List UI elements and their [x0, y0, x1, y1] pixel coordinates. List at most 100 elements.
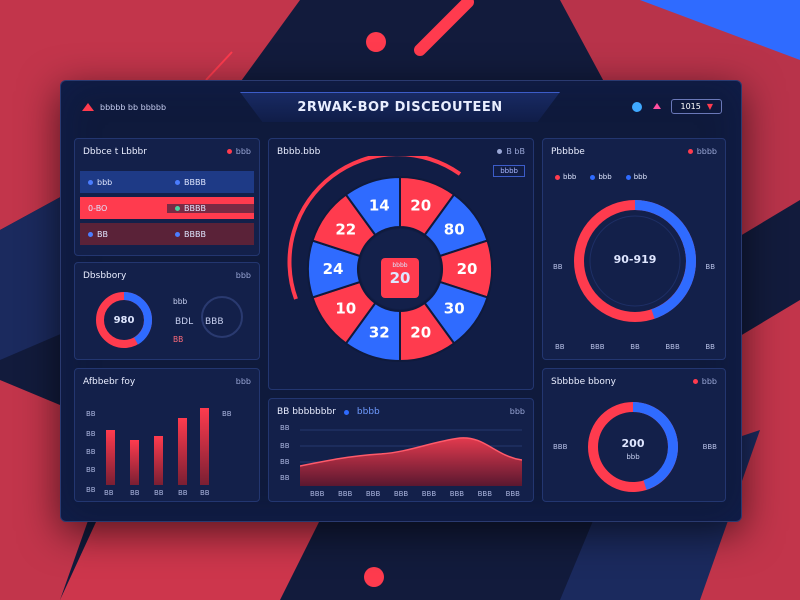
- panel-donut-third-meta-text: bbb: [701, 377, 717, 386]
- status-dot-icon: [226, 149, 232, 154]
- donut-big-legend: bbb bbb bbb: [555, 173, 647, 181]
- list-item-cell: BB: [80, 230, 167, 239]
- dot-icon: [88, 179, 93, 185]
- bottom-label: BB: [705, 343, 715, 351]
- bell-icon[interactable]: [651, 101, 663, 113]
- area-x-axis: BBB BBB BBB BBB BBB BBB BBB BBB: [310, 490, 520, 498]
- x-tick-label: BB: [104, 489, 114, 497]
- y-tick-label: BB: [86, 486, 96, 494]
- list-item[interactable]: 0-BO BBBB: [80, 197, 254, 219]
- bottom-label: BB: [555, 343, 565, 351]
- wheel-center-value: 20: [389, 269, 411, 287]
- bar: [178, 418, 187, 485]
- bar: [106, 430, 115, 485]
- y-tick-label: BB: [86, 466, 96, 474]
- area-chart: [300, 429, 522, 486]
- list-item-a: bbb: [97, 177, 113, 187]
- panel-donut-small: Dbsbbory bbb 980 bbb BDL BB BBB: [74, 262, 260, 360]
- y-tick-label: BB: [280, 458, 290, 466]
- list-item-cell: BBBB: [167, 178, 254, 187]
- wheel-center-button[interactable]: bbbb 20: [381, 258, 419, 298]
- dot-icon: [625, 174, 631, 180]
- header-value: 1015: [680, 102, 701, 111]
- panel-area-header: BB bbbbbbbr bbbb: [277, 407, 380, 417]
- panel-donut-third: Sbbbbe bbony bbb 200 bbb BBB BBB: [542, 368, 726, 502]
- donut-small-value-2: BDL: [175, 317, 194, 327]
- bottom-label: BB: [630, 343, 640, 351]
- panel-bars-title: Afbbebr foy: [83, 377, 136, 387]
- bottom-label: BBB: [590, 343, 605, 351]
- wheel-segment-label: 14: [369, 196, 390, 214]
- bar: [130, 440, 139, 485]
- dot-icon: [497, 149, 503, 154]
- list-item-b: BBBB: [184, 203, 206, 213]
- wheel-segment-label: 32: [369, 324, 390, 342]
- donut-big-bottom: BB BBB BB BBB BB: [555, 343, 715, 351]
- face-icon[interactable]: [631, 101, 643, 113]
- legend-label: bbb: [598, 173, 612, 181]
- list-item-cell: BBBB: [167, 203, 254, 213]
- donut-big-side-left: BB: [553, 263, 563, 271]
- bar: [154, 436, 163, 485]
- header-actions: 1015 ▼: [631, 99, 722, 114]
- y-tick-label: BB: [86, 430, 96, 438]
- x-tick-label: BB: [130, 489, 140, 497]
- list-item[interactable]: BB BBBB: [80, 223, 254, 245]
- header-value-box[interactable]: 1015 ▼: [671, 99, 722, 114]
- donut-third-center: 200: [621, 437, 645, 450]
- legend-item: bbb: [625, 173, 648, 181]
- panel-bars-meta: bbb: [235, 377, 251, 386]
- x-tick-label: BB: [200, 489, 210, 497]
- dot-icon: [687, 149, 693, 154]
- bar: [200, 408, 209, 485]
- panel-donut-big-meta: bbbb: [687, 147, 717, 156]
- list-item-a: BB: [97, 229, 108, 239]
- bottom-label: BBB: [665, 343, 680, 351]
- list-item-b: BBBB: [184, 229, 206, 239]
- panel-donut-small-meta: bbb: [235, 271, 251, 280]
- donut-small-center: 980: [113, 315, 135, 326]
- list-item-cell: bbb: [80, 178, 167, 187]
- x-tick-label: BBB: [393, 490, 409, 498]
- panel-list-meta: bbb: [226, 147, 251, 156]
- panel-list-meta-text: bbb: [235, 147, 251, 156]
- logo-icon: [82, 103, 94, 111]
- x-tick-label: BB: [154, 489, 164, 497]
- panel-donut-third-title: Sbbbbe bbony: [551, 377, 616, 387]
- panel-donut-big-title: Pbbbbe: [551, 147, 585, 157]
- x-tick-label: BBB: [449, 490, 465, 498]
- legend-item: bbb: [555, 173, 576, 181]
- panel-donut-big-meta-text: bbbb: [696, 147, 717, 156]
- list-item-a: 0-BO: [88, 203, 108, 213]
- wheel-segment-label: 30: [444, 299, 465, 317]
- legend-dot-icon: [343, 409, 349, 415]
- x-tick-label: BB: [178, 489, 188, 497]
- y-tick-label: BB: [280, 424, 290, 432]
- dot-icon: [555, 174, 560, 180]
- list-item-cell: BBBB: [167, 230, 254, 239]
- donut-third-side-left: BBB: [553, 443, 568, 451]
- dot-icon: [88, 231, 93, 237]
- wheel-segment-label: 80: [444, 221, 465, 239]
- wheel-segment-label: 20: [457, 260, 478, 278]
- bar-chart: [106, 408, 209, 485]
- legend-label: bbb: [633, 173, 648, 181]
- wheel-segment-label: 20: [410, 196, 431, 214]
- wheel-segment-label: 22: [335, 221, 356, 239]
- donut-big-side-right: BB: [705, 263, 715, 271]
- panel-donut-big: Pbbbbe bbbb bbb bbb bbb 90-919 BB BB BB …: [542, 138, 726, 360]
- dot-icon: [175, 179, 180, 185]
- panel-area-legend: bbbb: [356, 407, 380, 417]
- list-item-b: BBBB: [184, 177, 206, 187]
- list-item[interactable]: bbb BBBB: [80, 171, 254, 193]
- donut-small-value-3: BB: [173, 335, 184, 344]
- y-tick-label: BB: [86, 410, 96, 418]
- x-tick-label: BBB: [337, 490, 353, 498]
- panel-area-meta: bbb: [509, 407, 525, 416]
- panel-wheel-meta-text: B bB: [506, 147, 525, 156]
- panel-area-title: BB bbbbbbbr: [277, 407, 336, 417]
- y-tick-label: BB: [280, 474, 290, 482]
- header-brand: bbbbb bb bbbbb: [80, 101, 166, 113]
- header-brand-text: bbbbb bb bbbbb: [100, 102, 167, 112]
- panel-list-title: Dbbce t Lbbbr: [83, 147, 147, 157]
